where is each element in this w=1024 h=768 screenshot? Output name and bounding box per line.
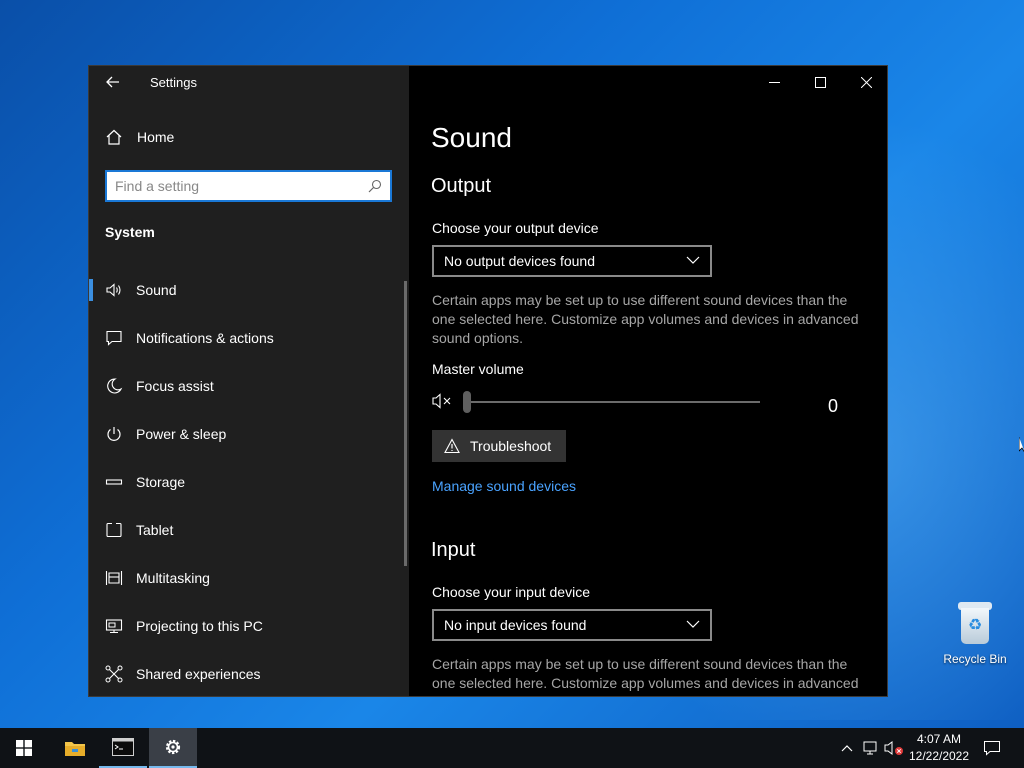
main-content: Sound Output Choose your output device N… xyxy=(409,66,887,696)
settings-window: Settings Home System Sound xyxy=(88,65,888,697)
network-icon xyxy=(863,741,877,755)
shared-icon xyxy=(105,665,123,683)
warning-icon xyxy=(444,438,460,454)
recycle-bin-shortcut[interactable]: ♻ Recycle Bin xyxy=(938,600,1012,666)
output-description: Certain apps may be set up to use differ… xyxy=(432,292,859,346)
file-explorer-button[interactable] xyxy=(51,728,99,768)
sidebar-item-storage[interactable]: Storage xyxy=(89,458,409,506)
output-device-value: No output devices found xyxy=(444,253,595,269)
close-button[interactable] xyxy=(843,66,887,98)
moon-icon xyxy=(107,378,123,394)
sidebar-item-label: Projecting to this PC xyxy=(136,618,263,634)
back-arrow-icon xyxy=(106,76,119,88)
input-description: Certain apps may be set up to use differ… xyxy=(432,656,859,691)
maximize-button[interactable] xyxy=(797,66,843,98)
page-title: Sound xyxy=(431,122,512,153)
volume-slider-track[interactable] xyxy=(464,401,760,403)
taskbar: 4:07 AM 12/22/2022 xyxy=(0,728,1024,768)
output-section-title: Output xyxy=(431,175,492,197)
gear-icon xyxy=(165,739,181,755)
sidebar-item-notifications[interactable]: Notifications & actions xyxy=(89,314,409,362)
windows-logo-icon xyxy=(16,740,32,756)
sidebar-item-label: Focus assist xyxy=(136,378,214,394)
sidebar-item-shared-experiences[interactable]: Shared experiences xyxy=(89,650,409,696)
output-device-dropdown[interactable]: No output devices found xyxy=(432,245,712,277)
speaker-muted-icon xyxy=(884,741,903,755)
network-tray-button[interactable] xyxy=(860,728,884,768)
home-icon xyxy=(106,129,122,145)
settings-taskbar-button[interactable] xyxy=(149,728,197,768)
close-icon xyxy=(860,76,872,88)
clock-time: 4:07 AM xyxy=(916,732,962,746)
search-icon[interactable] xyxy=(368,179,382,193)
troubleshoot-label: Troubleshoot xyxy=(470,438,552,454)
recycle-bin-icon: ♻ xyxy=(956,600,994,646)
group-title: System xyxy=(105,224,155,240)
recycle-bin-label: Recycle Bin xyxy=(943,652,1007,666)
minimize-icon xyxy=(768,81,780,83)
sidebar-item-focus-assist[interactable]: Focus assist xyxy=(89,362,409,410)
app-title: Settings xyxy=(150,75,197,90)
master-volume-row: 0 xyxy=(432,390,852,416)
sidebar: Settings Home System Sound xyxy=(89,66,409,696)
chevron-down-icon xyxy=(686,620,700,628)
folder-icon xyxy=(65,742,85,756)
volume-value: 0 xyxy=(828,396,839,416)
projecting-icon xyxy=(105,619,123,634)
multitasking-icon xyxy=(105,571,123,585)
sidebar-item-tablet[interactable]: Tablet xyxy=(89,506,409,554)
mute-speaker-icon[interactable] xyxy=(432,392,454,410)
sidebar-item-sound[interactable]: Sound xyxy=(89,266,409,314)
title-bar: Settings xyxy=(89,66,409,98)
notification-icon xyxy=(106,330,122,346)
volume-slider-thumb[interactable] xyxy=(463,391,471,413)
action-center-icon xyxy=(984,741,1000,756)
sidebar-item-power-sleep[interactable]: Power & sleep xyxy=(89,410,409,458)
start-button[interactable] xyxy=(0,728,48,768)
search-input[interactable] xyxy=(115,176,355,196)
power-icon xyxy=(107,427,121,441)
output-device-label: Choose your output device xyxy=(432,220,599,236)
volume-tray-button[interactable] xyxy=(882,728,906,768)
sidebar-item-projecting[interactable]: Projecting to this PC xyxy=(89,602,409,650)
sidebar-item-label: Shared experiences xyxy=(136,666,261,682)
window-controls xyxy=(751,66,887,98)
sidebar-item-label: Multitasking xyxy=(136,570,210,586)
minimize-button[interactable] xyxy=(751,66,797,98)
tablet-icon xyxy=(106,522,122,538)
sidebar-item-multitasking[interactable]: Multitasking xyxy=(89,554,409,602)
clock-date: 12/22/2022 xyxy=(908,749,970,763)
sidebar-item-label: Storage xyxy=(136,474,186,490)
input-device-dropdown[interactable]: No input devices found xyxy=(432,609,712,641)
input-device-label: Choose your input device xyxy=(432,584,590,600)
home-nav-item[interactable]: Home xyxy=(105,128,174,146)
troubleshoot-button[interactable]: Troubleshoot xyxy=(432,430,566,462)
terminal-icon xyxy=(112,738,134,756)
sidebar-item-label: Power & sleep xyxy=(136,426,227,442)
input-device-value: No input devices found xyxy=(444,617,587,633)
maximize-icon xyxy=(814,76,826,88)
show-hidden-icons-button[interactable] xyxy=(838,728,856,768)
input-section-title: Input xyxy=(431,539,476,561)
chevron-up-icon xyxy=(841,745,853,752)
manage-sound-devices-link[interactable]: Manage sound devices xyxy=(432,478,576,494)
sidebar-item-label: Tablet xyxy=(136,522,174,538)
sidebar-nav: Sound Notifications & actions Focus assi… xyxy=(89,266,409,696)
speaker-icon xyxy=(106,283,121,297)
search-box[interactable] xyxy=(105,170,392,202)
back-button[interactable] xyxy=(101,72,125,92)
home-label: Home xyxy=(137,129,175,145)
sidebar-item-label: Notifications & actions xyxy=(136,330,274,346)
master-volume-label: Master volume xyxy=(432,361,524,377)
storage-icon xyxy=(105,479,123,485)
terminal-button[interactable] xyxy=(99,728,147,768)
taskbar-clock[interactable]: 4:07 AM 12/22/2022 xyxy=(906,731,972,765)
notification-center-button[interactable] xyxy=(978,728,1006,768)
chevron-down-icon xyxy=(686,256,700,264)
sidebar-scrollbar[interactable] xyxy=(404,281,407,566)
mouse-cursor-icon xyxy=(1019,437,1024,453)
sidebar-item-label: Sound xyxy=(136,282,177,298)
